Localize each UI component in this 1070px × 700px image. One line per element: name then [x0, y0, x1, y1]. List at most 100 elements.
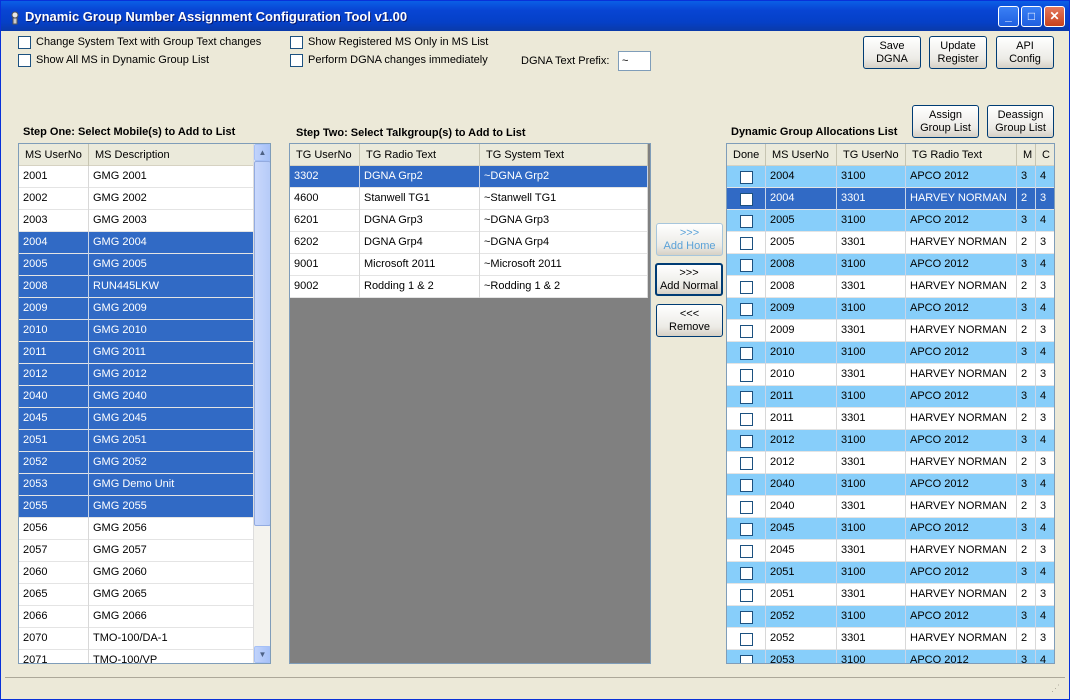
ms-row[interactable]: 2002 GMG 2002 — [19, 188, 254, 210]
done-checkbox[interactable] — [739, 610, 753, 624]
ms-row[interactable]: 2040 GMG 2040 — [19, 386, 254, 408]
ms-row[interactable]: 2004 GMG 2004 — [19, 232, 254, 254]
col-alloc-ms-userno[interactable]: MS UserNo — [766, 144, 837, 166]
show-registered-checkbox[interactable] — [290, 36, 303, 49]
col-c[interactable]: C — [1036, 144, 1054, 166]
ms-row[interactable]: 2053 GMG Demo Unit — [19, 474, 254, 496]
close-button[interactable]: ✕ — [1044, 6, 1065, 27]
ms-row[interactable]: 2011 GMG 2011 — [19, 342, 254, 364]
allocation-row[interactable]: 2008 3100 APCO 2012 3 4 — [727, 254, 1054, 276]
done-checkbox[interactable] — [739, 522, 753, 536]
allocation-row[interactable]: 2012 3301 HARVEY NORMAN 2 3 — [727, 452, 1054, 474]
allocation-row[interactable]: 2051 3100 APCO 2012 3 4 — [727, 562, 1054, 584]
allocations-list[interactable]: Done MS UserNo TG UserNo TG Radio Text M… — [726, 143, 1055, 664]
ms-row[interactable]: 2052 GMG 2052 — [19, 452, 254, 474]
ms-row[interactable]: 2065 GMG 2065 — [19, 584, 254, 606]
deassign-group-list-button[interactable]: Deassign Group List — [987, 105, 1054, 138]
done-checkbox[interactable] — [739, 456, 753, 470]
ms-row[interactable]: 2010 GMG 2010 — [19, 320, 254, 342]
allocation-row[interactable]: 2008 3301 HARVEY NORMAN 2 3 — [727, 276, 1054, 298]
allocation-row[interactable]: 2009 3100 APCO 2012 3 4 — [727, 298, 1054, 320]
api-config-button[interactable]: API Config — [996, 36, 1054, 69]
allocation-row[interactable]: 2053 3100 APCO 2012 3 4 — [727, 650, 1054, 663]
col-tg-radio-text[interactable]: TG Radio Text — [360, 144, 480, 166]
minimize-button[interactable]: _ — [998, 6, 1019, 27]
allocation-row[interactable]: 2005 3100 APCO 2012 3 4 — [727, 210, 1054, 232]
done-checkbox[interactable] — [739, 654, 753, 663]
change-system-text-checkbox[interactable] — [18, 36, 31, 49]
allocation-row[interactable]: 2051 3301 HARVEY NORMAN 2 3 — [727, 584, 1054, 606]
col-alloc-tg-userno[interactable]: TG UserNo — [837, 144, 906, 166]
ms-row[interactable]: 2060 GMG 2060 — [19, 562, 254, 584]
maximize-button[interactable]: □ — [1021, 6, 1042, 27]
done-checkbox[interactable] — [739, 192, 753, 206]
tg-row[interactable]: 4600 Stanwell TG1 ~Stanwell TG1 — [290, 188, 648, 210]
tg-list[interactable]: TG UserNo TG Radio Text TG System Text 3… — [289, 143, 651, 664]
ms-row[interactable]: 2009 GMG 2009 — [19, 298, 254, 320]
done-checkbox[interactable] — [739, 434, 753, 448]
allocation-row[interactable]: 2009 3301 HARVEY NORMAN 2 3 — [727, 320, 1054, 342]
col-ms-userno[interactable]: MS UserNo — [19, 144, 89, 166]
resize-grip-icon[interactable]: ⋰ — [1051, 683, 1063, 695]
allocation-row[interactable]: 2045 3100 APCO 2012 3 4 — [727, 518, 1054, 540]
allocation-row[interactable]: 2011 3100 APCO 2012 3 4 — [727, 386, 1054, 408]
assign-group-list-button[interactable]: Assign Group List — [912, 105, 979, 138]
done-checkbox[interactable] — [739, 500, 753, 514]
done-checkbox[interactable] — [739, 566, 753, 580]
allocation-row[interactable]: 2052 3100 APCO 2012 3 4 — [727, 606, 1054, 628]
done-checkbox[interactable] — [739, 170, 753, 184]
show-all-ms-checkbox[interactable] — [18, 54, 31, 67]
ms-row[interactable]: 2001 GMG 2001 — [19, 166, 254, 188]
allocation-row[interactable]: 2004 3100 APCO 2012 3 4 — [727, 166, 1054, 188]
prefix-input[interactable] — [618, 51, 651, 71]
update-register-button[interactable]: Update Register — [929, 36, 987, 69]
tg-row[interactable]: 9002 Rodding 1 & 2 ~Rodding 1 & 2 — [290, 276, 648, 298]
scroll-thumb[interactable] — [254, 161, 270, 526]
col-done[interactable]: Done — [727, 144, 766, 166]
col-m[interactable]: M — [1017, 144, 1036, 166]
done-checkbox[interactable] — [739, 280, 753, 294]
tg-row[interactable]: 9001 Microsoft 2011 ~Microsoft 2011 — [290, 254, 648, 276]
ms-row[interactable]: 2066 GMG 2066 — [19, 606, 254, 628]
ms-row[interactable]: 2045 GMG 2045 — [19, 408, 254, 430]
done-checkbox[interactable] — [739, 544, 753, 558]
allocation-row[interactable]: 2040 3100 APCO 2012 3 4 — [727, 474, 1054, 496]
ms-row[interactable]: 2008 RUN445LKW — [19, 276, 254, 298]
col-tg-system-text[interactable]: TG System Text — [480, 144, 648, 166]
done-checkbox[interactable] — [739, 632, 753, 646]
allocation-row[interactable]: 2010 3100 APCO 2012 3 4 — [727, 342, 1054, 364]
ms-row[interactable]: 2071 TMO-100/VP — [19, 650, 254, 663]
scroll-down-button[interactable]: ▼ — [254, 646, 270, 663]
done-checkbox[interactable] — [739, 346, 753, 360]
col-ms-description[interactable]: MS Description — [89, 144, 254, 166]
allocation-row[interactable]: 2045 3301 HARVEY NORMAN 2 3 — [727, 540, 1054, 562]
add-home-button[interactable]: >>> Add Home — [656, 223, 723, 256]
ms-row[interactable]: 2005 GMG 2005 — [19, 254, 254, 276]
done-checkbox[interactable] — [739, 588, 753, 602]
done-checkbox[interactable] — [739, 214, 753, 228]
save-dgna-button[interactable]: Save DGNA — [863, 36, 921, 69]
allocation-row[interactable]: 2040 3301 HARVEY NORMAN 2 3 — [727, 496, 1054, 518]
allocation-row[interactable]: 2005 3301 HARVEY NORMAN 2 3 — [727, 232, 1054, 254]
done-checkbox[interactable] — [739, 258, 753, 272]
ms-row[interactable]: 2057 GMG 2057 — [19, 540, 254, 562]
ms-row[interactable]: 2056 GMG 2056 — [19, 518, 254, 540]
ms-row[interactable]: 2051 GMG 2051 — [19, 430, 254, 452]
perform-immediately-checkbox[interactable] — [290, 54, 303, 67]
tg-row[interactable]: 6202 DGNA Grp4 ~DGNA Grp4 — [290, 232, 648, 254]
done-checkbox[interactable] — [739, 478, 753, 492]
allocation-row[interactable]: 2012 3100 APCO 2012 3 4 — [727, 430, 1054, 452]
title-bar[interactable]: Dynamic Group Number Assignment Configur… — [1, 1, 1069, 31]
done-checkbox[interactable] — [739, 390, 753, 404]
ms-row[interactable]: 2070 TMO-100/DA-1 — [19, 628, 254, 650]
ms-row[interactable]: 2003 GMG 2003 — [19, 210, 254, 232]
ms-list[interactable]: MS UserNo MS Description 2001 GMG 2001 200… — [18, 143, 271, 664]
allocation-row[interactable]: 2010 3301 HARVEY NORMAN 2 3 — [727, 364, 1054, 386]
done-checkbox[interactable] — [739, 236, 753, 250]
ms-row[interactable]: 2055 GMG 2055 — [19, 496, 254, 518]
done-checkbox[interactable] — [739, 324, 753, 338]
add-normal-button[interactable]: >>> Add Normal — [655, 263, 723, 296]
tg-row[interactable]: 6201 DGNA Grp3 ~DGNA Grp3 — [290, 210, 648, 232]
done-checkbox[interactable] — [739, 368, 753, 382]
done-checkbox[interactable] — [739, 412, 753, 426]
